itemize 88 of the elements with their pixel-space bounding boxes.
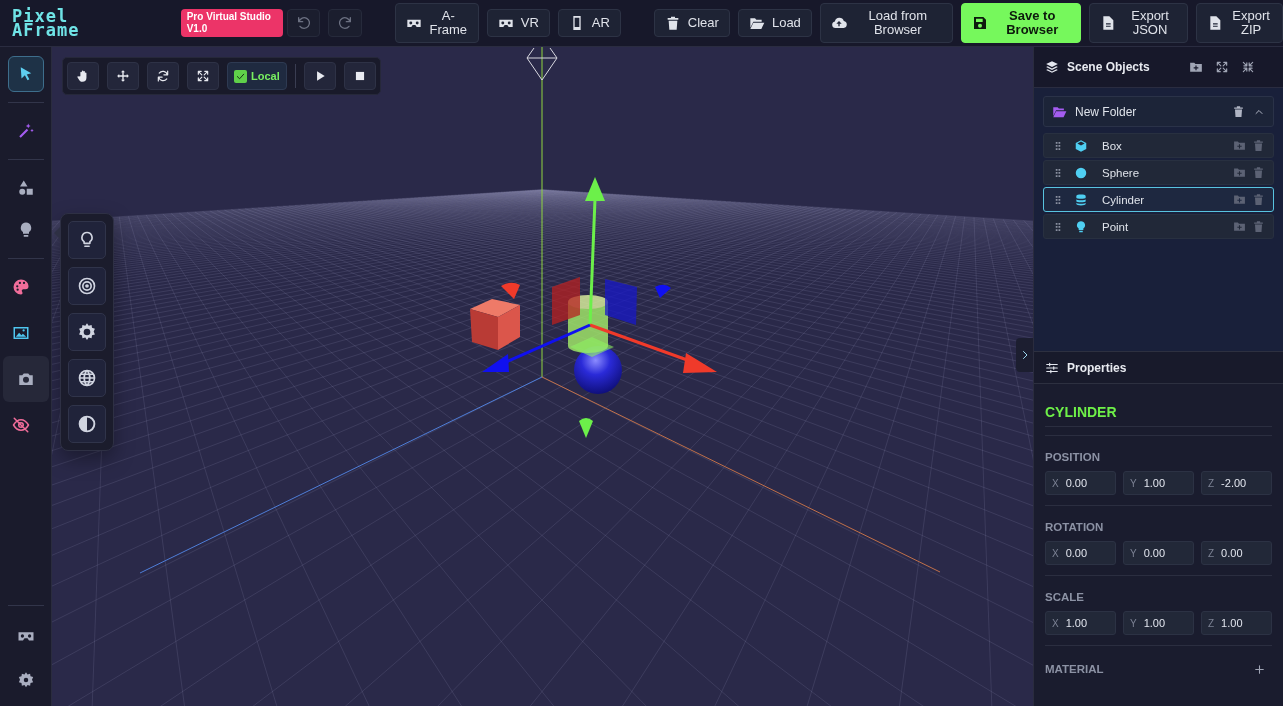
target-icon	[77, 276, 97, 296]
cloud-upload-icon	[830, 15, 847, 31]
play-button[interactable]	[303, 62, 336, 90]
panel-title: Properties	[1067, 360, 1127, 375]
header-button[interactable]: Save to Browser	[960, 3, 1081, 43]
redo-button[interactable]	[328, 9, 362, 37]
panel-toggle-button[interactable]	[1016, 338, 1033, 372]
image-icon	[11, 324, 30, 342]
light-type-button[interactable]	[68, 267, 106, 305]
number-field[interactable]: Y 0.00	[1123, 541, 1194, 565]
settings-icon	[16, 671, 35, 689]
logo: Pixel AFrame	[12, 9, 81, 37]
tool-button[interactable]	[67, 62, 99, 90]
rotate-icon	[156, 69, 170, 83]
plus-icon	[1252, 662, 1266, 676]
globe-icon	[77, 368, 97, 388]
sidebar-button[interactable]	[2, 356, 49, 402]
light-type-button[interactable]	[68, 359, 106, 397]
light-type-button[interactable]	[68, 405, 106, 443]
trash-icon	[1252, 193, 1265, 206]
sun-icon	[77, 322, 97, 342]
number-field[interactable]: X 0.00	[1045, 471, 1116, 495]
stop-button[interactable]	[343, 62, 376, 90]
cube-drawing	[470, 299, 520, 350]
number-field[interactable]: Z 1.00	[1201, 611, 1272, 635]
undo-button[interactable]	[286, 9, 321, 37]
layers-icon	[1045, 60, 1059, 74]
header-button[interactable]: Clear	[653, 9, 730, 37]
section-title: POSITION	[1045, 451, 1101, 463]
number-field[interactable]: X 1.00	[1045, 611, 1116, 635]
folder-plus-icon	[1233, 220, 1246, 233]
eye-slash-icon	[11, 416, 30, 434]
folder-plus-icon	[1233, 139, 1246, 152]
folder-icon	[1052, 104, 1067, 119]
number-field[interactable]: Y 1.00	[1123, 611, 1194, 635]
trash-icon	[1252, 166, 1265, 179]
number-field[interactable]: X 0.00	[1045, 541, 1116, 565]
shapes-icon	[16, 179, 35, 197]
cube-icon	[1074, 138, 1088, 153]
light-type-button[interactable]	[68, 221, 106, 259]
section-title: MATERIAL	[1045, 663, 1104, 675]
move-arrows-icon	[116, 69, 130, 83]
object-name: CYLINDER	[1045, 403, 1118, 422]
header-button[interactable]: VR	[486, 9, 550, 37]
camera-marker-drawing	[526, 47, 558, 81]
contrast-icon	[77, 414, 97, 434]
tool-button[interactable]	[187, 62, 219, 90]
undo-icon	[295, 15, 312, 31]
cylinder-icon	[1074, 192, 1088, 207]
folder-icon	[748, 15, 765, 31]
panel-title: Scene Objects	[1067, 60, 1150, 74]
object-row[interactable]: Point	[1043, 214, 1274, 239]
light-type-button[interactable]	[68, 313, 106, 351]
section-title: ROTATION	[1045, 521, 1105, 533]
trash-icon	[1252, 139, 1265, 152]
light-bulb-icon	[1074, 219, 1088, 234]
object-row[interactable]: Sphere	[1043, 160, 1274, 185]
sidebar-button[interactable]	[7, 56, 44, 92]
local-checkbox[interactable]: Local	[227, 62, 287, 90]
header-button[interactable]: Export ZIP	[1196, 3, 1283, 43]
camera-icon	[16, 370, 35, 388]
object-row[interactable]: Cylinder	[1043, 187, 1274, 212]
trash-icon	[1232, 105, 1245, 118]
header-button[interactable]: Load	[737, 9, 812, 37]
section-title: SCALE	[1045, 591, 1085, 603]
expand-icon	[196, 69, 210, 83]
header-button[interactable]: Load from Browser	[819, 3, 953, 43]
sliders-icon	[1045, 360, 1059, 375]
header-button[interactable]: A-Frame	[394, 3, 479, 43]
trash-icon	[1252, 220, 1265, 233]
header-button[interactable]: AR	[557, 9, 621, 37]
number-field[interactable]: Z 0.00	[1201, 541, 1272, 565]
tool-button[interactable]	[107, 62, 139, 90]
folder-plus-icon	[1233, 193, 1246, 206]
expand-icon	[1215, 60, 1229, 74]
folder-plus-icon	[1189, 60, 1203, 74]
number-field[interactable]: Z -2.00	[1201, 471, 1272, 495]
version-badge: Pro Virtual Studio V1.0	[180, 9, 283, 37]
redo-icon	[337, 15, 353, 31]
tool-button[interactable]	[147, 62, 179, 90]
number-field[interactable]: Y 1.00	[1123, 471, 1194, 495]
collapse-icon	[1241, 60, 1255, 74]
header-button[interactable]: Export JSON	[1088, 3, 1189, 43]
folder-row[interactable]: New Folder	[1043, 96, 1274, 127]
folder-plus-icon	[1233, 166, 1246, 179]
object-row[interactable]: Box	[1043, 133, 1274, 158]
sphere-drawing	[574, 346, 622, 394]
palette-icon	[11, 278, 30, 296]
